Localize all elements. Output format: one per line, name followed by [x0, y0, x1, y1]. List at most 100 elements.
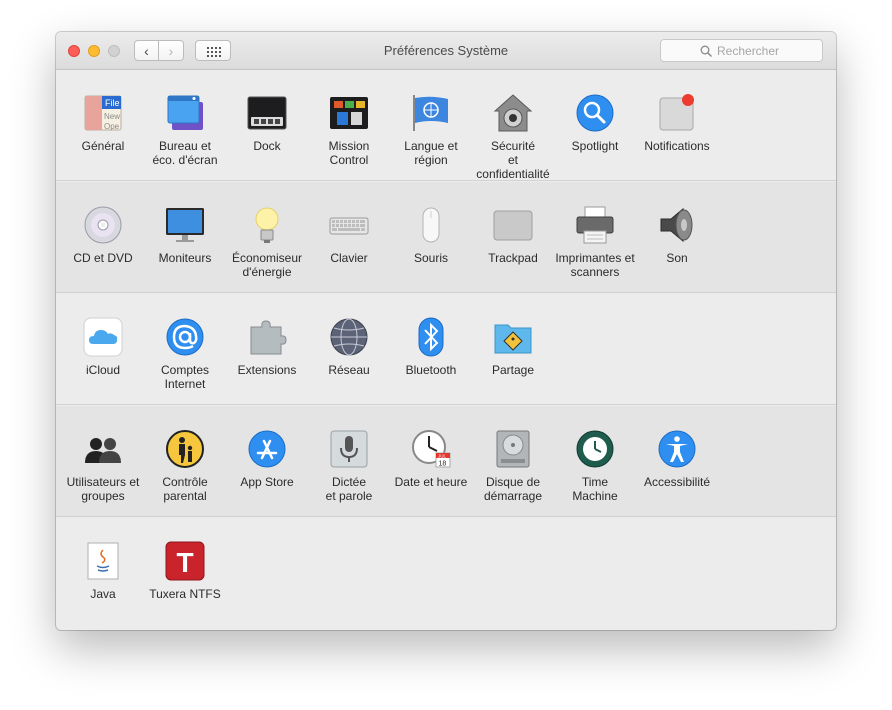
puzzle-piece-icon — [247, 317, 287, 357]
preferences-section-personal: File New Ope Général Bureau et éco. d'éc… — [56, 70, 836, 181]
pref-label: Notifications — [644, 139, 710, 153]
pref-energy-saver[interactable]: Économiseur d'énergie — [226, 182, 308, 293]
speaker-icon — [657, 205, 697, 245]
pref-extensions[interactable]: Extensions — [226, 294, 308, 405]
pref-label: Disque de démarrage — [483, 475, 543, 503]
pref-label: Spotlight — [571, 139, 619, 153]
pref-general[interactable]: File New Ope Général — [62, 70, 144, 181]
calendar-day-text: 18 — [439, 461, 447, 468]
pref-sharing[interactable]: Partage — [472, 294, 554, 405]
search-field[interactable] — [660, 39, 823, 62]
forward-button[interactable]: › — [159, 40, 184, 61]
pref-startup-disk[interactable]: Disque de démarrage — [472, 406, 554, 517]
pref-label: Bluetooth — [405, 363, 457, 377]
search-icon — [700, 45, 712, 57]
pref-parental-controls[interactable]: Contrôle parental — [144, 406, 226, 517]
pref-bluetooth[interactable]: Bluetooth — [390, 294, 472, 405]
pref-desktop-screensaver[interactable]: Bureau et éco. d'écran — [144, 70, 226, 181]
preferences-section-hardware: CD et DVD Moniteurs Économiseur d'énergi… — [56, 182, 836, 293]
pref-label: App Store — [240, 475, 294, 489]
pref-label: Partage — [491, 363, 535, 377]
pref-network[interactable]: Réseau — [308, 294, 390, 405]
pref-label: Extensions — [237, 363, 297, 377]
network-globe-icon — [329, 317, 369, 357]
search-input[interactable] — [717, 43, 783, 58]
trackpad-icon — [493, 205, 533, 245]
system-preferences-window: ‹ › Préférences Système Rechercher File … — [56, 32, 836, 630]
back-button[interactable]: ‹ — [134, 40, 159, 61]
tuxera-ntfs-icon: T — [165, 541, 205, 581]
pref-label: Économiseur d'énergie — [231, 251, 303, 279]
lightbulb-icon — [247, 205, 287, 245]
pref-label: Accessibilité — [643, 475, 711, 489]
pref-mouse[interactable]: Souris — [390, 182, 472, 293]
startup-disk-icon — [493, 429, 533, 469]
pref-dock[interactable]: Dock — [226, 70, 308, 181]
spotlight-magnifier-icon — [575, 93, 615, 133]
mission-control-icon — [329, 93, 369, 133]
pref-time-machine[interactable]: Time Machine — [554, 406, 636, 517]
pref-cd-dvd[interactable]: CD et DVD — [62, 182, 144, 293]
pref-label: Moniteurs — [158, 251, 212, 265]
pref-label: Son — [666, 251, 688, 265]
pref-keyboard[interactable]: Clavier — [308, 182, 390, 293]
minimize-window-button[interactable] — [88, 45, 100, 57]
pref-label: Trackpad — [488, 251, 538, 265]
printer-icon — [575, 205, 615, 245]
tuxera-letter: T — [176, 547, 193, 578]
pref-label: Java — [90, 587, 116, 601]
mouse-icon — [411, 205, 451, 245]
pref-trackpad[interactable]: Trackpad — [472, 182, 554, 293]
pref-label: Contrôle parental — [162, 475, 208, 503]
desktop-screensaver-icon — [165, 93, 205, 133]
pref-internet-accounts[interactable]: Comptes Internet — [144, 294, 226, 405]
java-icon — [83, 541, 123, 581]
pref-java[interactable]: Java — [62, 518, 144, 629]
app-store-icon — [247, 429, 287, 469]
parental-controls-icon — [165, 429, 205, 469]
pref-printers-scanners[interactable]: Imprimantes et scanners — [554, 182, 636, 293]
pref-language-region[interactable]: Langue et région — [390, 70, 472, 181]
pref-accessibility[interactable]: Accessibilité — [636, 406, 718, 517]
pref-label: iCloud — [85, 363, 121, 377]
microphone-icon — [329, 429, 369, 469]
security-house-icon — [493, 93, 533, 133]
dock-icon — [247, 93, 287, 133]
cd-dvd-icon — [83, 205, 123, 245]
pref-label: Dock — [253, 139, 281, 153]
pref-label: Clavier — [330, 251, 368, 265]
general-icon-new-text: New — [104, 112, 120, 121]
zoom-window-button[interactable] — [108, 45, 120, 57]
preferences-section-other: Java T Tuxera NTFS — [56, 518, 836, 629]
close-window-button[interactable] — [68, 45, 80, 57]
pref-dictation-speech[interactable]: Dictée et parole — [308, 406, 390, 517]
clock-calendar-icon: JUL 18 — [411, 429, 451, 469]
pref-label: Général — [81, 139, 125, 153]
calendar-month-text: JUL — [438, 454, 446, 459]
pref-app-store[interactable]: App Store — [226, 406, 308, 517]
general-icon: File New Ope — [83, 93, 123, 133]
pref-label: Bureau et éco. d'écran — [152, 139, 218, 167]
preferences-section-system: Utilisateurs et groupes Contrôle parenta… — [56, 406, 836, 517]
pref-monitors[interactable]: Moniteurs — [144, 182, 226, 293]
pref-label: Dictée et parole — [325, 475, 373, 503]
pref-spotlight[interactable]: Spotlight — [554, 70, 636, 181]
pref-security-privacy[interactable]: Sécurité et confidentialité — [472, 70, 554, 181]
bluetooth-icon — [411, 317, 451, 357]
show-all-grid-button[interactable] — [195, 40, 231, 61]
preferences-section-internet: iCloud Comptes Internet Extensions Résea… — [56, 294, 836, 405]
pref-label: CD et DVD — [73, 251, 133, 265]
at-sign-icon — [165, 317, 205, 357]
pref-label: Souris — [413, 251, 448, 265]
pref-tuxera-ntfs[interactable]: T Tuxera NTFS — [144, 518, 226, 629]
pref-icloud[interactable]: iCloud — [62, 294, 144, 405]
general-icon-open-text: Ope — [104, 122, 120, 131]
pref-label: Mission Control — [328, 139, 370, 167]
pref-label: Réseau — [328, 363, 370, 377]
pref-sound[interactable]: Son — [636, 182, 718, 293]
pref-users-groups[interactable]: Utilisateurs et groupes — [62, 406, 144, 517]
pref-label: Imprimantes et scanners — [555, 251, 635, 279]
pref-mission-control[interactable]: Mission Control — [308, 70, 390, 181]
pref-date-time[interactable]: JUL 18 Date et heure — [390, 406, 472, 517]
pref-notifications[interactable]: Notifications — [636, 70, 718, 181]
